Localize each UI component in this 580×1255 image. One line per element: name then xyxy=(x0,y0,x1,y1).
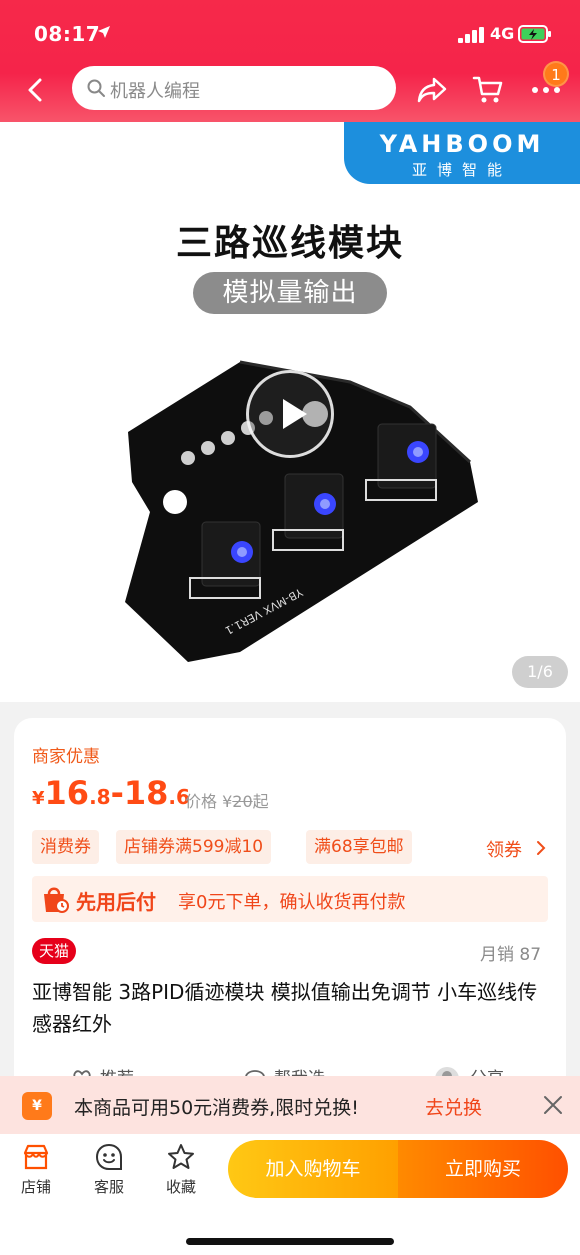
star-icon xyxy=(168,1144,194,1169)
home-indicator[interactable] xyxy=(186,1238,394,1245)
brand-logo: YAHBOOM 亚博智能 xyxy=(344,122,580,184)
play-icon xyxy=(283,399,307,429)
redeem-link[interactable]: 去兑换 xyxy=(425,1093,482,1120)
product-gallery[interactable]: YAHBOOM 亚博智能 三路巡线模块 模拟量输出 YB-MVX VER1.1 xyxy=(0,122,580,702)
pay-later-desc: 享0元下单，确认收货再付款 xyxy=(178,892,406,913)
brand-name: YAHBOOM xyxy=(379,130,545,158)
search-input[interactable]: 机器人编程 xyxy=(72,66,396,110)
signal-icon xyxy=(458,27,484,43)
cart-badge: 1 xyxy=(543,61,569,87)
pay-later-title: 先用后付 xyxy=(76,890,156,914)
favorite-label: 收藏 xyxy=(165,1178,196,1196)
favorite-button[interactable]: 收藏 xyxy=(151,1142,211,1197)
voucher-icon: ¥ xyxy=(22,1092,52,1120)
reference-price: 价格 ¥20起 xyxy=(185,788,269,812)
share-icon[interactable] xyxy=(416,75,448,105)
back-arrow-icon[interactable] xyxy=(22,76,50,104)
search-placeholder: 机器人编程 xyxy=(110,81,200,102)
get-coupon-label: 领券 xyxy=(486,840,522,861)
network-type: 4G xyxy=(490,24,515,43)
gallery-subtitle: 模拟量输出 xyxy=(193,272,387,314)
status-bar: 08:17 4G xyxy=(0,0,580,64)
shop-button[interactable]: 店铺 xyxy=(6,1142,66,1197)
search-icon xyxy=(87,79,105,97)
get-coupon-link[interactable]: 领券 xyxy=(486,836,548,862)
service-label: 客服 xyxy=(93,1178,124,1196)
tag-shop-coupon[interactable]: 店铺券满599减10 xyxy=(116,830,272,864)
price-low-int: 16 xyxy=(44,774,90,812)
tag-consumer-coupon[interactable]: 消费券 xyxy=(32,830,99,864)
price-high-int: 18 xyxy=(123,774,169,812)
ref-price-label: 价格 xyxy=(185,792,218,811)
ref-price-value: 20 xyxy=(232,792,253,811)
ref-price-suffix: 起 xyxy=(252,792,269,811)
product-info-card: 商家优惠 ¥16.8-18.6 价格 ¥20起 消费券 店铺券满599减10 满… xyxy=(14,718,566,1098)
gallery-page-counter: 1/6 xyxy=(512,656,568,688)
ref-price-currency: ¥ xyxy=(222,792,233,811)
close-icon[interactable] xyxy=(542,1094,564,1116)
merchant-discount-label: 商家优惠 xyxy=(32,747,100,767)
buy-now-button[interactable]: 立即购买 xyxy=(398,1140,568,1198)
price-low-dec: .8 xyxy=(89,785,111,809)
add-to-cart-button[interactable]: 加入购物车 xyxy=(228,1140,398,1198)
price-dash: - xyxy=(110,774,124,812)
pay-later-banner[interactable]: 先用后付 享0元下单，确认收货再付款 xyxy=(32,876,548,922)
service-icon xyxy=(95,1143,122,1170)
play-video-button[interactable] xyxy=(246,370,334,458)
shop-label: 店铺 xyxy=(20,1178,51,1196)
gallery-title: 三路巡线模块 xyxy=(175,223,404,264)
location-arrow-icon xyxy=(98,26,110,38)
chevron-right-icon xyxy=(536,841,546,855)
shop-icon xyxy=(23,1144,49,1170)
bottom-action-bar: 店铺 客服 收藏 加入购物车 立即购买 xyxy=(0,1134,580,1255)
status-time: 08:17 xyxy=(34,22,101,46)
cart-icon[interactable] xyxy=(472,74,504,106)
price-currency: ¥ xyxy=(32,788,45,809)
shopping-bag-icon xyxy=(44,887,69,913)
voucher-promo-text: 本商品可用50元消费券,限时兑换! xyxy=(74,1097,359,1119)
price: ¥16.8-18.6 xyxy=(32,774,190,814)
tag-free-shipping[interactable]: 满68享包邮 xyxy=(306,830,412,864)
voucher-promo-bar[interactable]: ¥ 本商品可用50元消费券,限时兑换! 去兑换 xyxy=(0,1076,580,1134)
monthly-sales: 月销 87 xyxy=(480,945,542,965)
brand-subtitle: 亚博智能 xyxy=(411,161,512,179)
customer-service-button[interactable]: 客服 xyxy=(79,1142,139,1197)
top-header: 08:17 4G 机器人编程 1 xyxy=(0,0,580,122)
product-name: 亚博智能 3路PID循迹模块 模拟值输出免调节 小车巡线传感器红外 xyxy=(32,980,538,1036)
tmall-badge: 天猫 xyxy=(32,938,77,964)
battery-icon xyxy=(518,25,551,43)
